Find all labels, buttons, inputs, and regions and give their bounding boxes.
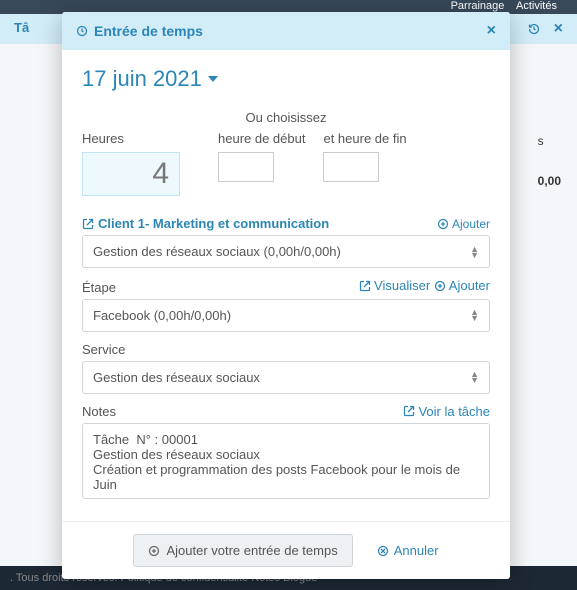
dialog-body: 17 juin 2021 Ou choisissez Heures heure … xyxy=(62,50,510,521)
history-icon[interactable] xyxy=(528,23,540,35)
external-link-icon xyxy=(82,218,94,230)
stage-select-value: Facebook (0,00h/0,00h) xyxy=(93,308,231,323)
stage-label: Étape xyxy=(82,280,116,295)
hours-input[interactable] xyxy=(82,152,180,196)
view-task-link[interactable]: Voir la tâche xyxy=(403,404,490,419)
start-time-label: heure de début xyxy=(218,131,305,146)
panel-close-icon[interactable]: × xyxy=(554,20,563,38)
stage-select[interactable]: Facebook (0,00h/0,00h) ▲▼ xyxy=(82,299,490,332)
plus-circle-icon xyxy=(434,280,446,292)
background-side: s 0,00 xyxy=(538,134,561,188)
select-arrows-icon: ▲▼ xyxy=(470,371,479,383)
notes-label: Notes xyxy=(82,404,116,419)
hours-label: Heures xyxy=(82,131,180,146)
end-time-label: et heure de fin xyxy=(323,131,406,146)
side-value: 0,00 xyxy=(538,174,561,188)
cancel-label: Annuler xyxy=(394,543,439,558)
dialog-header: Entrée de temps × xyxy=(62,12,510,50)
add-stage-link[interactable]: Ajouter xyxy=(434,278,490,293)
end-time-input[interactable] xyxy=(323,152,379,182)
external-link-icon xyxy=(403,405,415,417)
date-picker[interactable]: 17 juin 2021 xyxy=(82,66,218,92)
plus-circle-icon xyxy=(437,218,449,230)
task-select-value: Gestion des réseaux sociaux (0,00h/0,00h… xyxy=(93,244,341,259)
or-label: Ou choisissez xyxy=(82,110,490,125)
chevron-down-icon xyxy=(208,76,218,82)
submit-button[interactable]: Ajouter votre entrée de temps xyxy=(133,534,352,567)
clock-icon xyxy=(76,25,88,37)
client-task-label: Client 1- Marketing et communication xyxy=(98,216,329,231)
dialog-footer: Ajouter votre entrée de temps Annuler xyxy=(62,521,510,579)
plus-circle-icon xyxy=(148,545,160,557)
start-time-input[interactable] xyxy=(218,152,274,182)
select-arrows-icon: ▲▼ xyxy=(470,309,479,321)
select-arrows-icon: ▲▼ xyxy=(470,246,479,258)
cancel-icon xyxy=(377,545,389,557)
side-label: s xyxy=(538,134,561,148)
service-select[interactable]: Gestion des réseaux sociaux ▲▼ xyxy=(82,361,490,394)
submit-label: Ajouter votre entrée de temps xyxy=(166,543,337,558)
date-value: 17 juin 2021 xyxy=(82,66,202,92)
service-label: Service xyxy=(82,342,490,357)
task-select[interactable]: Gestion des réseaux sociaux (0,00h/0,00h… xyxy=(82,235,490,268)
notes-textarea[interactable] xyxy=(82,423,490,499)
panel-title-fragment: Tâ xyxy=(14,20,29,38)
cancel-button[interactable]: Annuler xyxy=(377,543,439,558)
client-task-link[interactable]: Client 1- Marketing et communication xyxy=(82,216,329,231)
dialog-title: Entrée de temps xyxy=(94,23,203,39)
dialog-close-icon[interactable]: × xyxy=(487,22,496,40)
topbar-item[interactable]: Parrainage xyxy=(451,0,505,12)
time-entry-dialog: Entrée de temps × 17 juin 2021 Ou choisi… xyxy=(62,12,510,579)
add-task-link[interactable]: Ajouter xyxy=(437,217,490,231)
view-stage-link[interactable]: Visualiser xyxy=(359,278,430,293)
external-link-icon xyxy=(359,280,371,292)
topbar-item[interactable]: Activités xyxy=(516,0,557,12)
service-select-value: Gestion des réseaux sociaux xyxy=(93,370,260,385)
